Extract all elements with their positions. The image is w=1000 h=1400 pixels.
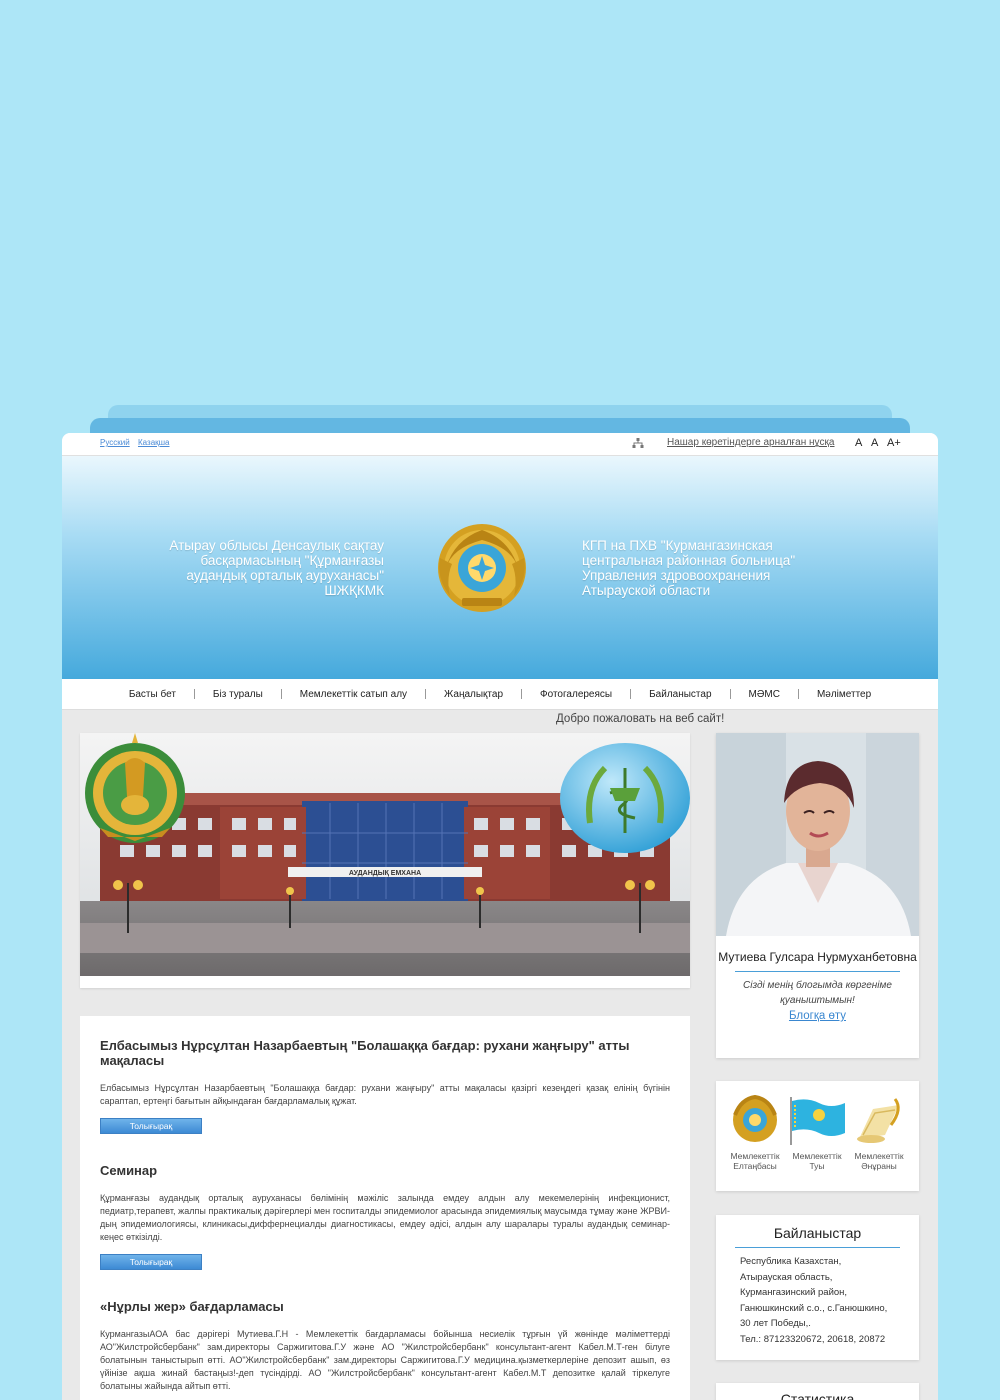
statistics-card: Статистика: [716, 1383, 919, 1400]
nav-about[interactable]: Біз туралы: [195, 689, 281, 700]
low-vision-version-link[interactable]: Нашар көретіндерге арналған нұсқа: [667, 437, 835, 448]
contacts-title: Байланыстар: [773, 1225, 862, 1241]
site-page: Русский Казақша Нашар көретіндерге арнал…: [62, 433, 938, 1400]
state-symbols-card: Мемлекеттік Елтаңбасы Мемлекеттік Туы Ме…: [716, 1081, 919, 1191]
top-bar: Русский Казақша Нашар көретіндерге арнал…: [62, 433, 938, 456]
blog-link[interactable]: Блогқа өту: [716, 1010, 919, 1022]
news-list: Елбасымыз Нұрсұлтан Назарбаевтың "Болаша…: [80, 1016, 690, 1400]
nav-osms[interactable]: МӘМС: [731, 689, 798, 700]
divider: [735, 971, 900, 972]
header-title-russian: КГП на ПХВ "Курмангазинская центральная …: [582, 538, 796, 598]
director-name: Мутиева Гулсара Нурмуханбетовна: [718, 950, 917, 964]
state-emblem-link[interactable]: Мемлекеттік Елтаңбасы: [724, 1095, 786, 1171]
state-anthem-label: Мемлекеттік Әнұраны: [854, 1151, 904, 1171]
phone-line: Тел.: 87123320672, 20618, 20872: [740, 1333, 886, 1345]
news-title[interactable]: «Нұрлы жер» бағдарламасы: [100, 1299, 670, 1314]
read-more-button[interactable]: Толығырақ: [100, 1254, 202, 1270]
news-summary: Елбасымыз Нұрсұлтан Назарбаевтың "Болаша…: [100, 1083, 670, 1106]
director-photo: [716, 733, 919, 936]
medical-caduceus-icon: [560, 743, 690, 853]
blog-welcome-message: Сізді менің блогымда көргеніме қуаныштым…: [743, 980, 892, 1006]
news-item: Семинар Құрманғазы аудандық орталық ауру…: [80, 1134, 690, 1270]
address-line: Курмангазинский район,: [740, 1287, 848, 1298]
state-emblem-label: Мемлекеттік Елтаңбасы: [730, 1151, 780, 1171]
contacts-card: Байланыстар Республика Казахстан, Атырау…: [716, 1215, 919, 1360]
state-anthem-link[interactable]: Мемлекеттік Әнұраны: [848, 1095, 910, 1171]
news-title[interactable]: Семинар: [100, 1163, 670, 1178]
nav-information[interactable]: Мәліметтер: [799, 689, 889, 700]
nav-photo-gallery[interactable]: Фотогалереясы: [522, 689, 630, 700]
state-anthem-icon: [857, 1098, 900, 1143]
address-line: Атырауская область,: [740, 1271, 833, 1283]
contacts-address: Республика Казахстан, Атырауская область…: [716, 1248, 919, 1347]
nav-procurement[interactable]: Мемлекеттік сатып алу: [282, 689, 425, 700]
news-summary: Құрманғазы аудандық орталық ауруханасы б…: [100, 1193, 670, 1242]
read-more-button[interactable]: Толығырақ: [100, 1118, 202, 1134]
lang-russian-link[interactable]: Русский: [100, 438, 130, 447]
hospital-building-image: АУДАНДЫҚ ЕМХАНА: [80, 733, 690, 976]
welcome-text: Добро пожаловать на веб сайт!: [556, 713, 725, 725]
site-header: Атырау облысы Денсаулық сақтау басқармас…: [62, 456, 938, 679]
nav-contacts[interactable]: Байланыстар: [631, 689, 729, 700]
director-profile-card: Мутиева Гулсара Нурмуханбетовна Сізді ме…: [716, 733, 919, 1058]
news-item: «Нұрлы жер» бағдарламасы КурмангазыАОА б…: [80, 1270, 690, 1393]
state-flag-icon: [790, 1097, 845, 1145]
state-flag-link[interactable]: Мемлекеттік Туы: [786, 1095, 848, 1171]
kazakhstan-emblem-icon: [438, 524, 526, 612]
state-flag-label: Мемлекеттік Туы: [792, 1151, 842, 1171]
building-sign: АУДАНДЫҚ ЕМХАНА: [349, 870, 421, 877]
font-size-small-button[interactable]: A: [855, 437, 862, 449]
sitemap-icon[interactable]: [632, 437, 644, 449]
news-title[interactable]: Елбасымыз Нұрсұлтан Назарбаевтың "Болаша…: [100, 1038, 670, 1068]
news-summary: КурмангазыАОА бас дәрігері Мутиева.Г.Н -…: [100, 1329, 670, 1391]
statistics-title: Статистика: [780, 1391, 855, 1400]
address-line: 30 лет Победы,.: [740, 1318, 811, 1329]
font-size-large-button[interactable]: A+: [887, 437, 901, 449]
nav-news[interactable]: Жаңалықтар: [426, 689, 521, 700]
nav-home[interactable]: Басты бет: [111, 689, 194, 700]
address-line: Республика Казахстан,: [740, 1256, 842, 1267]
address-line: Ганюшкинский с.о., с.Ганюшкино,: [740, 1302, 888, 1314]
main-nav: Басты бет Біз туралы Мемлекеттік сатып а…: [62, 679, 938, 710]
hospital-banner: АУДАНДЫҚ ЕМХАНА: [80, 733, 690, 988]
news-item: Елбасымыз Нұрсұлтан Назарбаевтың "Болаша…: [80, 1016, 690, 1134]
header-title-kazakh: Атырау облысы Денсаулық сақтау басқармас…: [169, 538, 384, 598]
font-size-normal-button[interactable]: A: [871, 437, 878, 449]
state-emblem-icon: [733, 1095, 777, 1142]
lang-kazakh-link[interactable]: Казақша: [138, 438, 170, 447]
